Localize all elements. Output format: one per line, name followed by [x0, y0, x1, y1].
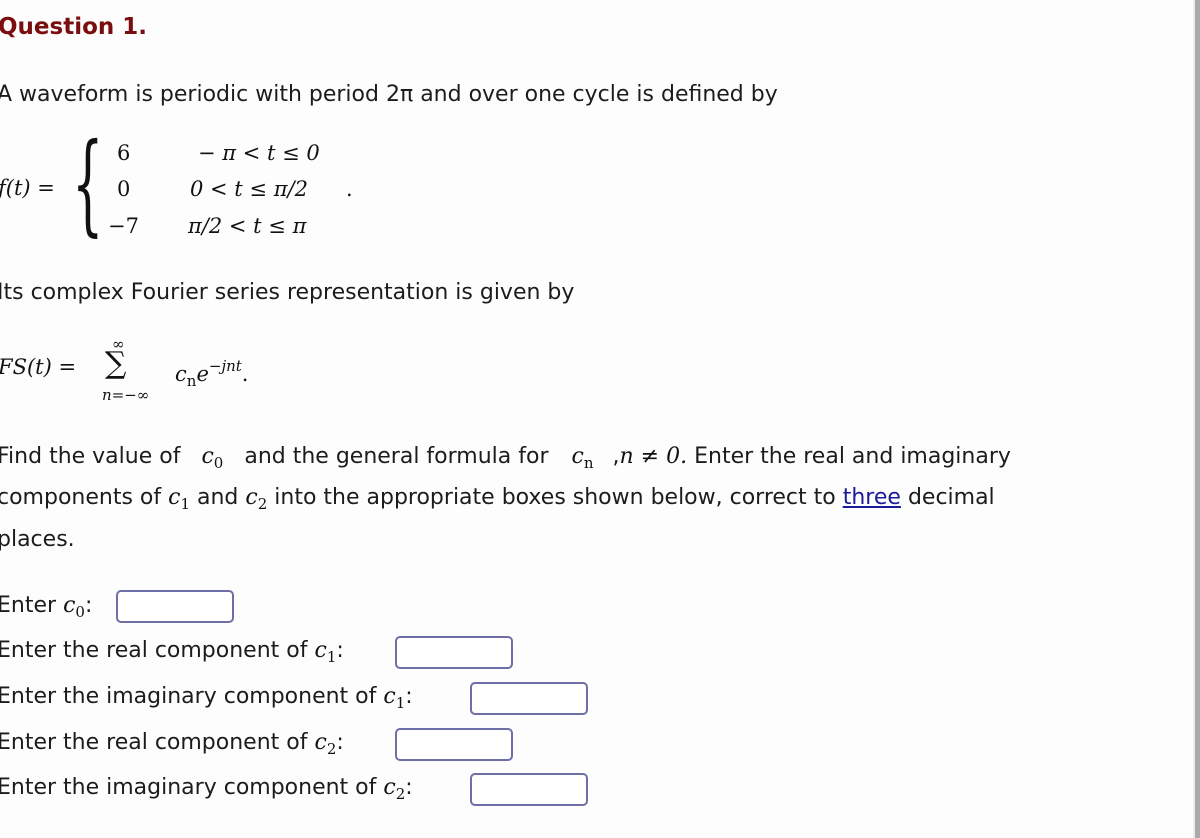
- answer-label-c0: Enter c0:: [0, 593, 92, 621]
- answer-label-c2-real: Enter the real component of c2:: [0, 730, 344, 758]
- piece-value-3: −7: [108, 214, 139, 238]
- c1-imag-input[interactable]: [470, 682, 588, 715]
- label-sub: 2: [395, 785, 406, 803]
- n-condition: n ≠ 0.: [619, 444, 688, 469]
- intro-text: A waveform is periodic with period 2π an…: [0, 82, 778, 107]
- function-lhs: f(t) =: [0, 176, 55, 200]
- instructions-line-2: components of c1 and c2 into the appropr…: [0, 485, 995, 513]
- cn-base: c: [571, 444, 584, 469]
- piece-value-1: 6: [117, 141, 131, 165]
- piecewise-period: .: [346, 177, 353, 201]
- piece-condition-3: π/2 < t ≤ π: [188, 214, 307, 238]
- c0-sub: 0: [213, 454, 224, 472]
- term-c: c: [175, 362, 187, 386]
- label-var: c: [383, 775, 396, 800]
- c0-input[interactable]: [116, 590, 234, 623]
- left-brace: {: [72, 119, 104, 247]
- term-n: n: [186, 372, 197, 390]
- label-text: Enter the real component of: [0, 730, 308, 755]
- instr-text-7: decimal: [907, 485, 995, 510]
- c2-real-input[interactable]: [395, 728, 513, 761]
- instructions-line-1: Find the value of c0 and the general for…: [0, 444, 1011, 472]
- fourier-term: cne−jnt.: [175, 357, 248, 390]
- term-e: e: [196, 362, 209, 386]
- label-sub: 1: [395, 694, 406, 712]
- answer-label-c1-real: Enter the real component of c1:: [0, 638, 344, 666]
- piece-condition-1: − π < t ≤ 0: [198, 141, 320, 165]
- term-exponent: −jnt: [208, 357, 242, 375]
- answer-label-c2-imag: Enter the imaginary component of c2:: [0, 775, 413, 803]
- c2-symbol: c2: [245, 485, 268, 513]
- label-text: Enter: [0, 593, 57, 618]
- fourier-lhs: FS(t) =: [0, 355, 77, 379]
- label-sub: 2: [326, 740, 337, 758]
- c2-imag-input[interactable]: [470, 773, 588, 806]
- c2-sub: 2: [257, 495, 268, 513]
- label-text: Enter the imaginary component of: [0, 775, 377, 800]
- piece-value-2: 0: [117, 177, 131, 201]
- label-colon: :: [336, 730, 344, 755]
- c0-symbol: c0: [201, 444, 224, 472]
- label-text: Enter the imaginary component of: [0, 684, 377, 709]
- label-colon: :: [84, 593, 93, 618]
- summation-icon: ∑: [105, 346, 127, 381]
- term-period: .: [241, 362, 249, 386]
- instr-text-6: into the appropriate boxes shown below, …: [274, 485, 836, 510]
- c1-base: c: [168, 485, 181, 510]
- label-var: c: [63, 593, 76, 618]
- c0-base: c: [201, 444, 214, 469]
- c1-symbol: c1: [168, 485, 190, 513]
- label-var: c: [314, 730, 327, 755]
- label-sub: 1: [326, 648, 337, 666]
- cn-symbol: cn: [571, 444, 594, 472]
- label-sub: 0: [75, 603, 85, 621]
- c2-base: c: [245, 485, 258, 510]
- three-link[interactable]: three: [843, 485, 901, 510]
- cn-sub: n: [583, 454, 594, 472]
- c1-sub: 1: [180, 495, 190, 513]
- label-var: c: [383, 684, 396, 709]
- instr-text-2: and the general formula for: [244, 444, 549, 469]
- label-colon: :: [336, 638, 344, 663]
- scrollbar[interactable]: [1195, 0, 1200, 838]
- answer-label-c1-imag: Enter the imaginary component of c1:: [0, 684, 413, 712]
- instructions-line-3: places.: [0, 527, 75, 552]
- instr-text-4: components of: [0, 485, 162, 510]
- instr-text-1: Find the value of: [0, 444, 181, 469]
- c1-real-input[interactable]: [395, 636, 513, 669]
- piece-condition-2: 0 < t ≤ π/2: [190, 177, 308, 201]
- fourier-intro-text: Its complex Fourier series representatio…: [0, 280, 575, 305]
- instr-text-3: Enter the real and imaginary: [694, 444, 1011, 469]
- question-title: Question 1.: [0, 14, 148, 40]
- label-colon: :: [405, 775, 413, 800]
- label-var: c: [314, 638, 327, 663]
- instr-text-5: and: [197, 485, 239, 510]
- instr-comma: ,: [612, 444, 620, 469]
- label-text: Enter the real component of: [0, 638, 308, 663]
- label-colon: :: [405, 684, 413, 709]
- sum-lower-limit: n=−∞: [102, 386, 150, 404]
